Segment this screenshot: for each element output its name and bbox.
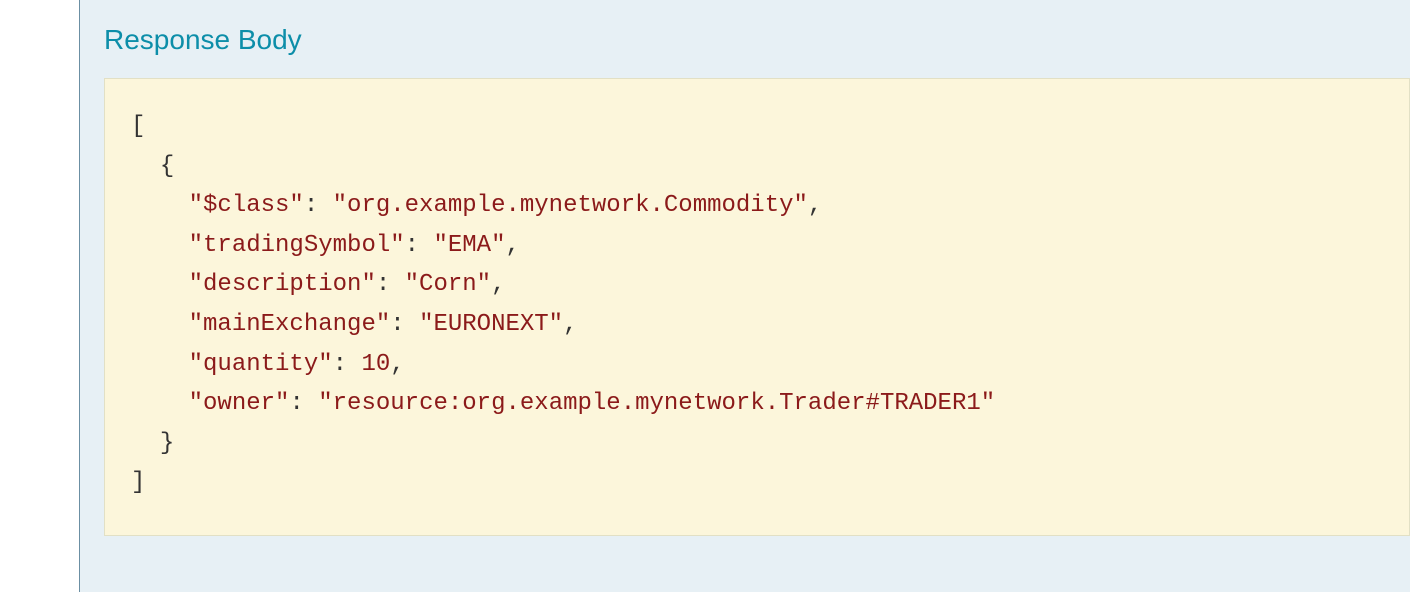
json-val-mainExchange: "EURONEXT" (419, 311, 563, 338)
response-container: Response Body [ { "$class": "org.example… (0, 0, 1410, 592)
json-comma: , (563, 311, 577, 338)
json-key-quantity: "quantity" (189, 351, 333, 378)
json-colon: : (405, 232, 434, 259)
json-comma: , (808, 192, 822, 219)
json-key-tradingSymbol: "tradingSymbol" (189, 232, 405, 259)
response-body-title: Response Body (104, 24, 1410, 56)
json-key-class: "$class" (189, 192, 304, 219)
json-comma: , (505, 232, 519, 259)
json-bracket-close: ] (131, 469, 145, 496)
json-colon: : (289, 390, 318, 417)
json-key-owner: "owner" (189, 390, 290, 417)
json-comma: , (491, 271, 505, 298)
json-brace-close: } (160, 430, 174, 457)
json-colon: : (390, 311, 419, 338)
left-gutter (0, 0, 80, 592)
json-colon: : (376, 271, 405, 298)
json-val-quantity: 10 (361, 351, 390, 378)
json-brace-open: { (160, 153, 174, 180)
json-bracket-open: [ (131, 113, 145, 140)
response-panel: Response Body [ { "$class": "org.example… (80, 0, 1410, 592)
json-colon: : (304, 192, 333, 219)
json-val-owner: "resource:org.example.mynetwork.Trader#T… (318, 390, 995, 417)
json-key-mainExchange: "mainExchange" (189, 311, 391, 338)
json-val-description: "Corn" (405, 271, 491, 298)
json-comma: , (390, 351, 404, 378)
json-val-class: "org.example.mynetwork.Commodity" (333, 192, 808, 219)
json-val-tradingSymbol: "EMA" (433, 232, 505, 259)
json-key-description: "description" (189, 271, 376, 298)
response-body-code[interactable]: [ { "$class": "org.example.mynetwork.Com… (104, 78, 1410, 536)
json-colon: : (333, 351, 362, 378)
